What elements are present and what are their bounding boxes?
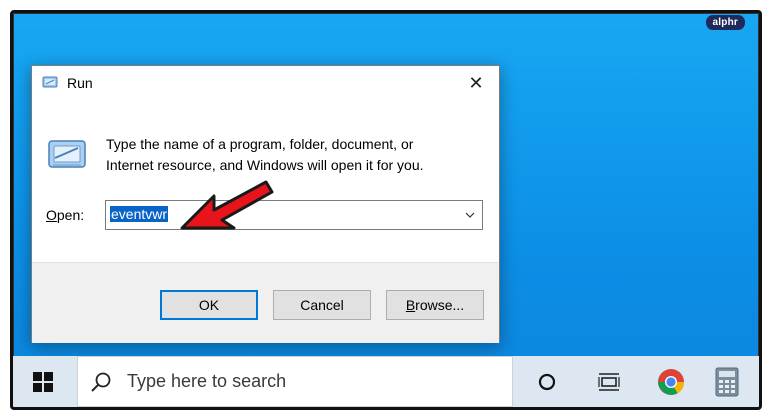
- calculator-icon: [715, 367, 739, 396]
- cancel-button[interactable]: Cancel: [273, 290, 371, 320]
- close-icon: ✕: [468, 72, 484, 93]
- open-label-accesskey: O: [46, 207, 57, 223]
- cortana-icon: [538, 373, 556, 390]
- screenshot-frame: alphr Run ✕ Type the name of a program, …: [10, 10, 762, 410]
- chevron-down-icon: [465, 212, 475, 218]
- run-icon: [42, 76, 58, 88]
- start-button[interactable]: [13, 356, 73, 407]
- watermark-badge: alphr: [705, 15, 745, 30]
- description-line-2: Internet resource, and Windows will open…: [106, 157, 424, 173]
- search-placeholder: Type here to search: [127, 371, 287, 391]
- chrome-taskbar-button[interactable]: [647, 356, 695, 407]
- ok-button[interactable]: OK: [160, 290, 258, 320]
- run-dialog: Run ✕ Type the name of a program, folder…: [31, 65, 500, 343]
- dropdown-button[interactable]: [460, 203, 480, 227]
- search-icon: [91, 372, 111, 392]
- browse-accesskey: B: [405, 297, 416, 313]
- dialog-title: Run: [67, 75, 93, 91]
- cortana-button[interactable]: [523, 356, 571, 407]
- open-input-selected-text: eventvwr: [110, 206, 169, 222]
- open-label: Open:: [46, 207, 84, 223]
- dialog-description: Type the name of a program, folder, docu…: [106, 134, 476, 176]
- task-view-icon: [598, 372, 620, 391]
- browse-button[interactable]: Browse...: [386, 290, 484, 320]
- red-arrow-annotation-icon: [180, 180, 274, 230]
- task-view-button[interactable]: [585, 356, 633, 407]
- dialog-footer: OK Cancel Browse...: [32, 262, 499, 343]
- open-input[interactable]: eventvwr: [110, 205, 169, 224]
- open-label-text: pen:: [56, 207, 85, 223]
- windows-start-icon: [33, 371, 53, 392]
- description-line-1: Type the name of a program, folder, docu…: [106, 136, 414, 152]
- chrome-icon: [658, 368, 685, 395]
- taskbar: Type here to search: [13, 356, 759, 407]
- taskbar-search-box[interactable]: Type here to search: [77, 356, 513, 407]
- close-button[interactable]: ✕: [459, 69, 493, 97]
- title-bar[interactable]: Run ✕: [32, 66, 499, 100]
- calculator-taskbar-button[interactable]: [703, 356, 751, 407]
- open-combobox[interactable]: eventvwr: [105, 200, 483, 230]
- run-program-icon: [48, 140, 86, 168]
- browse-label: rowse...: [415, 297, 465, 313]
